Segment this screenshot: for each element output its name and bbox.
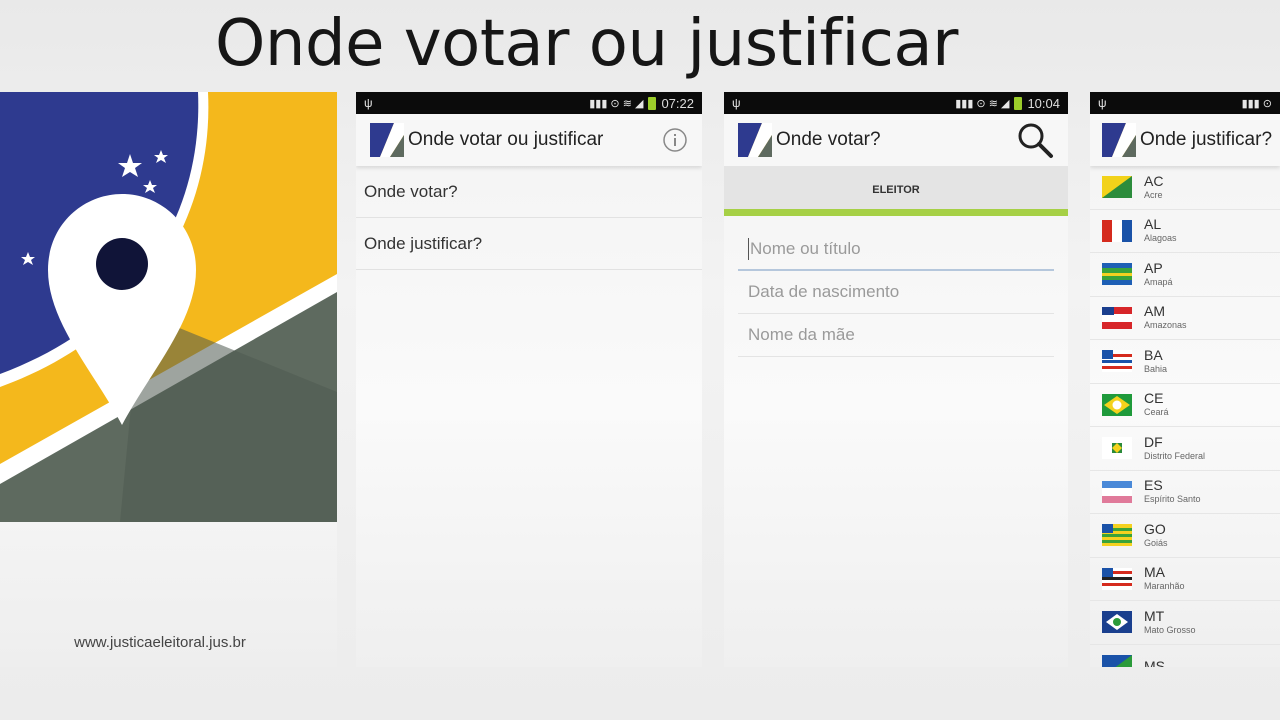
status-time: 10:04: [1027, 95, 1060, 111]
state-row-ma[interactable]: MA Maranhão: [1090, 558, 1280, 601]
state-abbr: AL: [1144, 216, 1162, 233]
menu-item-onde-justificar[interactable]: Onde justificar?: [356, 218, 702, 270]
state-row-ac[interactable]: AC Acre: [1090, 166, 1280, 210]
action-bar: Onde votar?: [724, 114, 1068, 166]
flag-ce-icon: [1102, 393, 1132, 416]
screen-title: Onde justificar?: [1140, 129, 1273, 150]
flag-ms-icon: [1102, 654, 1132, 667]
signal-icon: ▮▮▮ ⊙ ≋ ◢: [955, 97, 1010, 110]
action-bar: Onde votar ou justificar: [356, 114, 702, 166]
state-row-ce[interactable]: CE Ceará: [1090, 384, 1280, 427]
state-abbr: AC: [1144, 172, 1164, 189]
search-icon[interactable]: [1016, 121, 1054, 159]
status-bar: ψ ▮▮▮ ⊙ ≋ ◢ 10:04: [724, 92, 1068, 114]
flag-go-icon: [1102, 524, 1132, 547]
flag-df-icon: [1102, 437, 1132, 460]
state-row-ap[interactable]: AP Amapá: [1090, 253, 1280, 297]
action-bar: Onde justificar?: [1090, 114, 1280, 166]
state-name: Amazonas: [1144, 320, 1187, 331]
state-abbr: AM: [1144, 303, 1165, 320]
page-headline: Onde votar ou justificar: [215, 7, 958, 81]
state-name: Acre: [1144, 189, 1163, 200]
state-row-go[interactable]: GO Goiás: [1090, 514, 1280, 558]
signal-icon: ▮▮▮ ⊙: [1241, 97, 1272, 110]
usb-icon: ψ: [1098, 96, 1107, 110]
state-name: Amapá: [1144, 276, 1173, 287]
splash-screen: www.justicaeleitoral.jus.br: [0, 92, 337, 667]
flag-mt-icon: [1102, 611, 1132, 634]
usb-icon: ψ: [364, 96, 373, 110]
state-name: Mato Grosso: [1144, 624, 1196, 635]
state-row-ms[interactable]: MS: [1090, 645, 1280, 667]
flag-ap-icon: [1102, 263, 1132, 286]
mother-name-placeholder: Nome da mãe: [748, 325, 855, 344]
app-logo-icon: [1102, 123, 1136, 157]
state-row-am[interactable]: AM Amazonas: [1090, 297, 1280, 340]
flag-ac-icon: [1102, 176, 1132, 199]
state-abbr: GO: [1144, 520, 1166, 537]
state-abbr: AP: [1144, 259, 1163, 276]
main-menu-screen: ψ ▮▮▮ ⊙ ≋ ◢ 07:22 Onde votar ou justific…: [356, 92, 702, 667]
usb-icon: ψ: [732, 96, 741, 110]
flag-al-icon: [1102, 219, 1132, 242]
state-abbr: CE: [1144, 390, 1164, 407]
tab-indicator: [724, 209, 1068, 216]
flag-ma-icon: [1102, 567, 1132, 590]
name-or-title-field[interactable]: Nome ou título: [738, 228, 1054, 271]
mother-name-field[interactable]: Nome da mãe: [738, 314, 1054, 357]
state-abbr: MT: [1144, 607, 1165, 624]
splash-artwork: [0, 92, 337, 522]
state-name: Maranhão: [1144, 581, 1185, 592]
status-bar: ψ ▮▮▮ ⊙: [1090, 92, 1280, 114]
state-name: Ceará: [1144, 407, 1169, 418]
state-name: Bahia: [1144, 363, 1168, 374]
name-or-title-placeholder: Nome ou título: [750, 238, 861, 258]
signal-icon: ▮▮▮ ⊙ ≋ ◢: [589, 97, 644, 110]
app-title: Onde votar ou justificar: [408, 129, 604, 150]
menu-item-onde-votar[interactable]: Onde votar?: [356, 166, 702, 218]
flag-am-icon: [1102, 306, 1132, 329]
state-name: Goiás: [1144, 537, 1168, 548]
birth-date-placeholder: Data de nascimento: [748, 282, 900, 301]
tab-eleitor[interactable]: ELEITOR: [724, 166, 1068, 216]
state-list: AC Acre AL Alagoas AP Amapá AM Amazonas BA Ba…: [1090, 166, 1280, 667]
state-row-df[interactable]: DF Distrito Federal: [1090, 427, 1280, 471]
state-row-ba[interactable]: BA Bahia: [1090, 340, 1280, 384]
app-logo-icon: [738, 123, 772, 157]
state-abbr: DF: [1144, 433, 1163, 450]
status-time: 07:22: [661, 95, 694, 111]
tab-label: ELEITOR: [872, 184, 920, 196]
website-url: www.justicaeleitoral.jus.br: [74, 634, 246, 651]
state-abbr: ES: [1144, 477, 1163, 494]
state-row-al[interactable]: AL Alagoas: [1090, 210, 1280, 253]
text-caret: [748, 237, 749, 260]
status-bar: ψ ▮▮▮ ⊙ ≋ ◢ 07:22: [356, 92, 702, 114]
state-name: Alagoas: [1144, 233, 1177, 244]
state-abbr: BA: [1144, 346, 1163, 363]
state-name: Espírito Santo: [1144, 494, 1201, 505]
state-name: Distrito Federal: [1144, 450, 1206, 461]
birth-date-field[interactable]: Data de nascimento: [738, 271, 1054, 314]
app-logo-icon: [370, 123, 404, 157]
state-row-es[interactable]: ES Espírito Santo: [1090, 471, 1280, 514]
state-abbr: MS: [1144, 657, 1165, 667]
flag-ba-icon: [1102, 350, 1132, 373]
state-abbr: MA: [1144, 564, 1165, 581]
info-icon[interactable]: [662, 127, 688, 153]
flag-es-icon: [1102, 480, 1132, 503]
onde-votar-screen: ψ ▮▮▮ ⊙ ≋ ◢ 10:04 Onde votar? ELEITOR No…: [724, 92, 1068, 667]
battery-icon: [648, 96, 657, 110]
onde-justificar-screen: ψ ▮▮▮ ⊙ Onde justificar? AC Acre AL Alagoa…: [1090, 92, 1280, 667]
screen-title: Onde votar?: [776, 129, 881, 150]
state-row-mt[interactable]: MT Mato Grosso: [1090, 601, 1280, 645]
battery-icon: [1014, 96, 1023, 110]
